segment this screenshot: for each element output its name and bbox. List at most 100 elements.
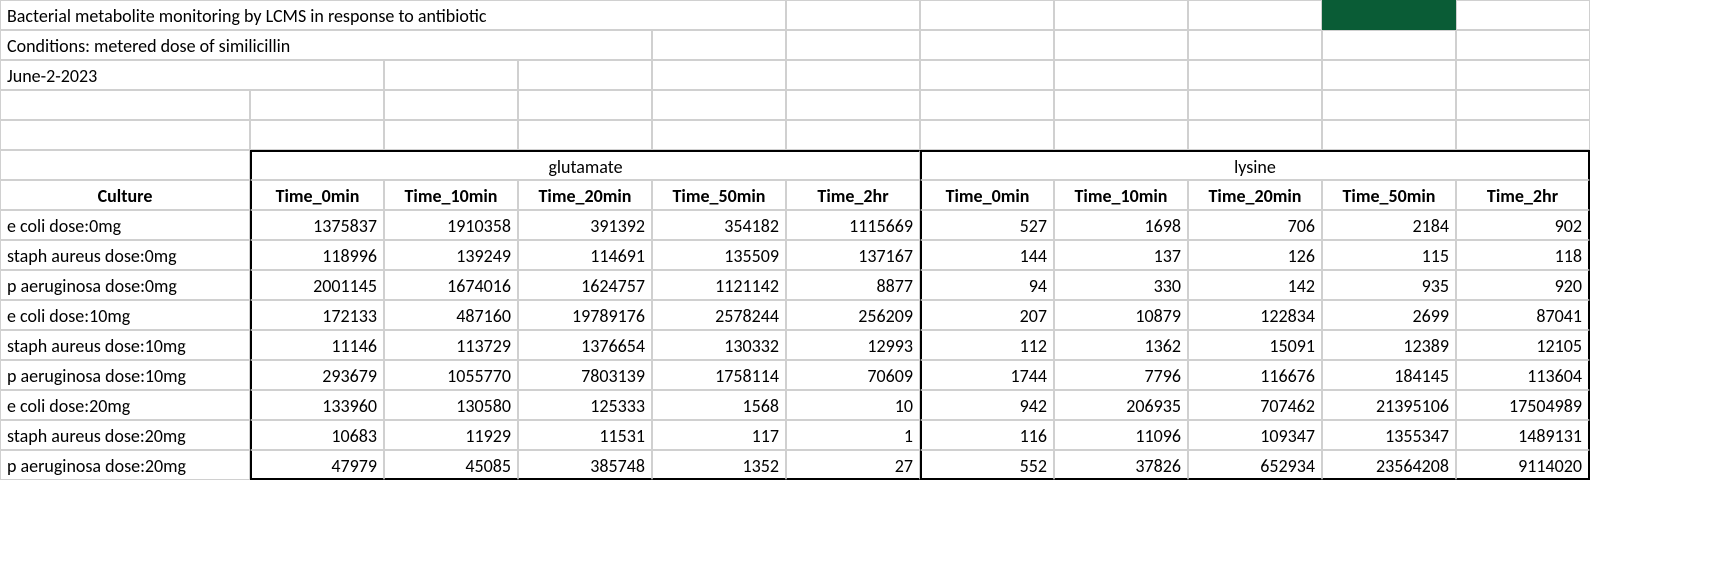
column-header[interactable]: Time_2hr — [1456, 180, 1590, 210]
culture-cell[interactable]: staph aureus dose:10mg — [0, 330, 250, 360]
empty-cell[interactable] — [1054, 120, 1188, 150]
data-cell[interactable]: 133960 — [250, 390, 384, 420]
data-cell[interactable]: 1055770 — [384, 360, 518, 390]
data-cell[interactable]: 70609 — [786, 360, 920, 390]
title-cell[interactable]: Bacterial metabolite monitoring by LCMS … — [0, 0, 786, 30]
empty-cell[interactable] — [1322, 60, 1456, 90]
data-cell[interactable]: 37826 — [1054, 450, 1188, 480]
data-cell[interactable]: 122834 — [1188, 300, 1322, 330]
data-cell[interactable]: 112 — [920, 330, 1054, 360]
data-cell[interactable]: 354182 — [652, 210, 786, 240]
empty-cell[interactable] — [920, 0, 1054, 30]
group-header-glutamate[interactable]: glutamate — [250, 150, 920, 180]
data-cell[interactable]: 115 — [1322, 240, 1456, 270]
empty-cell[interactable] — [0, 90, 250, 120]
empty-cell[interactable] — [1322, 120, 1456, 150]
empty-cell[interactable] — [250, 120, 384, 150]
data-cell[interactable]: 135509 — [652, 240, 786, 270]
spreadsheet[interactable]: Bacterial metabolite monitoring by LCMS … — [0, 0, 1735, 480]
empty-cell[interactable] — [786, 120, 920, 150]
empty-cell[interactable] — [1188, 0, 1322, 30]
conditions-cell[interactable]: Conditions: metered dose of similicillin — [0, 30, 652, 60]
data-cell[interactable]: 47979 — [250, 450, 384, 480]
empty-cell[interactable] — [1188, 120, 1322, 150]
empty-cell[interactable] — [1054, 60, 1188, 90]
data-cell[interactable]: 1698 — [1054, 210, 1188, 240]
data-cell[interactable]: 113729 — [384, 330, 518, 360]
column-header[interactable]: Time_50min — [1322, 180, 1456, 210]
date-cell[interactable]: June-2-2023 — [0, 60, 384, 90]
column-header[interactable]: Time_0min — [920, 180, 1054, 210]
data-cell[interactable]: 552 — [920, 450, 1054, 480]
empty-cell[interactable] — [786, 60, 920, 90]
data-cell[interactable]: 19789176 — [518, 300, 652, 330]
culture-cell[interactable]: p aeruginosa dose:20mg — [0, 450, 250, 480]
data-cell[interactable]: 10879 — [1054, 300, 1188, 330]
data-cell[interactable]: 487160 — [384, 300, 518, 330]
empty-cell[interactable] — [652, 120, 786, 150]
data-cell[interactable]: 8877 — [786, 270, 920, 300]
empty-cell[interactable] — [920, 60, 1054, 90]
column-header-culture[interactable]: Culture — [0, 180, 250, 210]
empty-cell[interactable] — [786, 30, 920, 60]
empty-cell[interactable] — [250, 90, 384, 120]
empty-cell[interactable] — [518, 60, 652, 90]
data-cell[interactable]: 11146 — [250, 330, 384, 360]
data-cell[interactable]: 1375837 — [250, 210, 384, 240]
empty-cell[interactable] — [384, 60, 518, 90]
empty-cell[interactable] — [518, 90, 652, 120]
selected-cell[interactable] — [1322, 0, 1456, 30]
data-cell[interactable]: 23564208 — [1322, 450, 1456, 480]
data-cell[interactable]: 1376654 — [518, 330, 652, 360]
data-cell[interactable]: 12993 — [786, 330, 920, 360]
data-cell[interactable]: 7796 — [1054, 360, 1188, 390]
data-cell[interactable]: 125333 — [518, 390, 652, 420]
empty-cell[interactable] — [1188, 90, 1322, 120]
data-cell[interactable]: 109347 — [1188, 420, 1322, 450]
data-cell[interactable]: 935 — [1322, 270, 1456, 300]
data-cell[interactable]: 293679 — [250, 360, 384, 390]
data-cell[interactable]: 137167 — [786, 240, 920, 270]
data-cell[interactable]: 9114020 — [1456, 450, 1590, 480]
data-cell[interactable]: 207 — [920, 300, 1054, 330]
data-cell[interactable]: 2699 — [1322, 300, 1456, 330]
data-cell[interactable]: 385748 — [518, 450, 652, 480]
data-cell[interactable]: 706 — [1188, 210, 1322, 240]
column-header[interactable]: Time_0min — [250, 180, 384, 210]
data-cell[interactable]: 1115669 — [786, 210, 920, 240]
data-cell[interactable]: 11096 — [1054, 420, 1188, 450]
culture-cell[interactable]: e coli dose:0mg — [0, 210, 250, 240]
data-cell[interactable]: 902 — [1456, 210, 1590, 240]
data-cell[interactable]: 130580 — [384, 390, 518, 420]
data-cell[interactable]: 184145 — [1322, 360, 1456, 390]
empty-cell[interactable] — [652, 30, 786, 60]
data-cell[interactable]: 920 — [1456, 270, 1590, 300]
data-cell[interactable]: 1568 — [652, 390, 786, 420]
data-cell[interactable]: 1758114 — [652, 360, 786, 390]
empty-cell[interactable] — [1188, 30, 1322, 60]
data-cell[interactable]: 17504989 — [1456, 390, 1590, 420]
empty-cell[interactable] — [1456, 0, 1590, 30]
data-cell[interactable]: 27 — [786, 450, 920, 480]
data-cell[interactable]: 942 — [920, 390, 1054, 420]
data-cell[interactable]: 1352 — [652, 450, 786, 480]
data-cell[interactable]: 2001145 — [250, 270, 384, 300]
empty-cell[interactable] — [1456, 120, 1590, 150]
data-cell[interactable]: 330 — [1054, 270, 1188, 300]
data-cell[interactable]: 116 — [920, 420, 1054, 450]
data-cell[interactable]: 142 — [1188, 270, 1322, 300]
data-cell[interactable]: 118996 — [250, 240, 384, 270]
column-header[interactable]: Time_20min — [518, 180, 652, 210]
culture-cell[interactable]: staph aureus dose:20mg — [0, 420, 250, 450]
empty-cell[interactable] — [652, 60, 786, 90]
culture-cell[interactable]: p aeruginosa dose:0mg — [0, 270, 250, 300]
data-cell[interactable]: 113604 — [1456, 360, 1590, 390]
column-header[interactable]: Time_2hr — [786, 180, 920, 210]
data-cell[interactable]: 652934 — [1188, 450, 1322, 480]
data-cell[interactable]: 45085 — [384, 450, 518, 480]
data-cell[interactable]: 118 — [1456, 240, 1590, 270]
empty-cell[interactable] — [0, 120, 250, 150]
empty-cell[interactable] — [786, 90, 920, 120]
data-cell[interactable]: 2578244 — [652, 300, 786, 330]
column-header[interactable]: Time_50min — [652, 180, 786, 210]
